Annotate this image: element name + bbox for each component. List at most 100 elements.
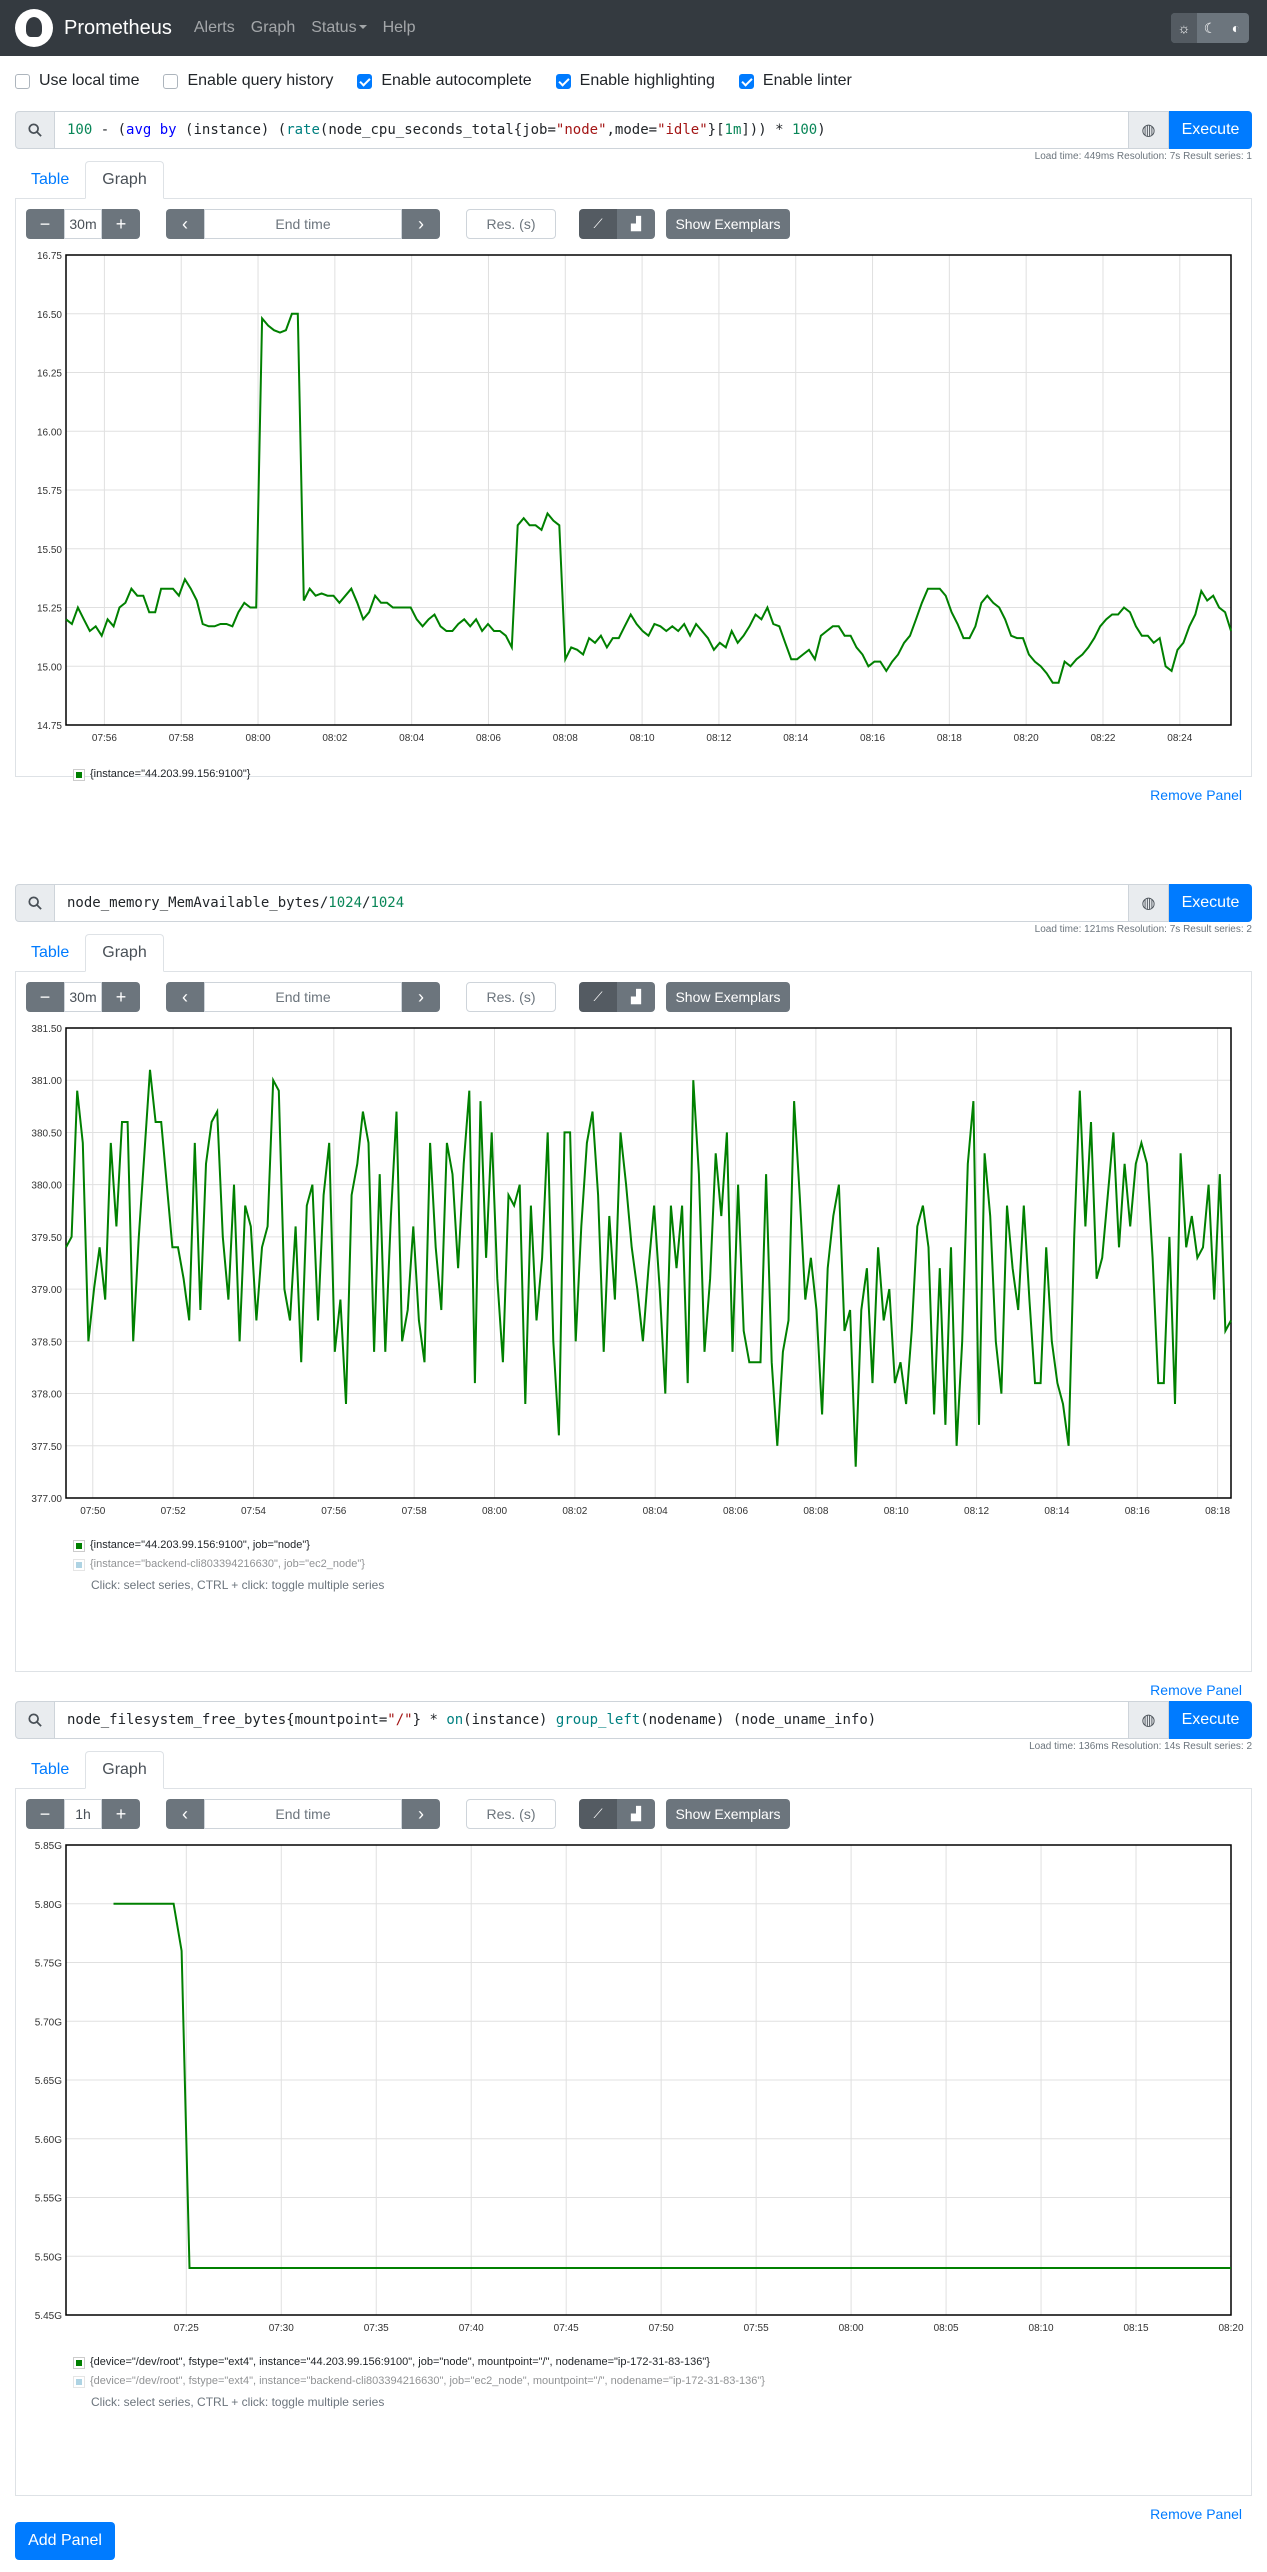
y-tick-label: 5.70G	[35, 2017, 62, 2028]
option-label: Enable highlighting	[579, 72, 715, 89]
x-tick-label: 07:30	[269, 2323, 294, 2334]
query-panel: 100 - (avg by (instance) (rate(node_cpu_…	[15, 111, 1253, 803]
y-tick-label: 15.25	[37, 604, 62, 615]
brand[interactable]: Prometheus	[64, 17, 172, 40]
remove-panel-link[interactable]: Remove Panel	[1150, 2506, 1242, 2522]
metrics-explorer-icon[interactable]: ◍	[1129, 884, 1169, 922]
metrics-explorer-icon[interactable]: ◍	[1129, 111, 1169, 149]
nav-alerts[interactable]: Alerts	[194, 19, 235, 37]
x-tick-label: 08:12	[706, 733, 731, 744]
tab-bar: Table Graph	[15, 159, 1252, 199]
x-tick-label: 08:02	[322, 733, 347, 744]
option-linter[interactable]: Enable linter	[738, 72, 852, 90]
x-tick-label: 08:08	[803, 1506, 828, 1517]
moon-icon[interactable]: ☾	[1197, 13, 1223, 43]
execute-button[interactable]: Execute	[1169, 1701, 1252, 1739]
expression-input[interactable]: node_filesystem_free_bytes{mountpoint="/…	[55, 1701, 1129, 1739]
option-highlighting[interactable]: Enable highlighting	[555, 72, 715, 90]
option-local-time[interactable]: Use local time	[15, 72, 139, 90]
legend-item[interactable]: {device="/dev/root", fstype="ext4", inst…	[73, 2372, 765, 2391]
y-tick-label: 5.55G	[35, 2194, 62, 2205]
legend-item[interactable]: {instance="44.203.99.156:9100"}	[73, 765, 250, 784]
x-tick-label: 08:24	[1167, 733, 1192, 744]
graph-legend: {instance="44.203.99.156:9100"}	[73, 765, 250, 784]
x-tick-label: 07:25	[174, 2323, 199, 2334]
tab-graph[interactable]: Graph	[85, 161, 164, 199]
legend-hint: Click: select series, CTRL + click: togg…	[91, 1578, 385, 1592]
x-tick-label: 08:15	[1124, 2323, 1149, 2334]
execute-button[interactable]: Execute	[1169, 884, 1252, 922]
x-tick-label: 07:50	[649, 2323, 674, 2334]
query-panel: node_filesystem_free_bytes{mountpoint="/…	[15, 1701, 1252, 2522]
legend-label: {instance="backend-cli803394216630", job…	[90, 1558, 365, 1570]
series-line[interactable]	[65, 1069, 1232, 1467]
remove-panel-link[interactable]: Remove Panel	[1150, 1682, 1242, 1698]
execute-button[interactable]: Execute	[1169, 111, 1252, 149]
prometheus-logo-icon[interactable]	[15, 9, 53, 47]
legend-hint: Click: select series, CTRL + click: togg…	[91, 2395, 385, 2409]
expression-input[interactable]: node_memory_MemAvailable_bytes/1024/1024	[55, 884, 1129, 922]
nav-status-label: Status	[311, 19, 357, 36]
checkbox[interactable]	[738, 73, 754, 89]
x-tick-label: 08:00	[246, 733, 271, 744]
checkbox[interactable]	[357, 73, 373, 89]
x-tick-label: 08:10	[1029, 2323, 1054, 2334]
tab-graph[interactable]: Graph	[85, 934, 164, 972]
y-tick-label: 16.75	[37, 251, 62, 262]
legend-swatch	[73, 1539, 85, 1552]
remove-panel-link[interactable]: Remove Panel	[1150, 787, 1242, 803]
x-tick-label: 07:58	[402, 1506, 427, 1517]
expression-input[interactable]: 100 - (avg by (instance) (rate(node_cpu_…	[55, 111, 1129, 149]
legend-item[interactable]: {device="/dev/root", fstype="ext4", inst…	[73, 2353, 765, 2372]
legend-item[interactable]: {instance="backend-cli803394216630", job…	[73, 1555, 384, 1574]
x-tick-label: 08:10	[884, 1506, 909, 1517]
y-tick-label: 5.75G	[35, 1959, 62, 1970]
sun-icon[interactable]: ☼	[1171, 13, 1197, 43]
time-series-chart[interactable]: 14.75 15.00 15.25 15.50 15.75 16.00 16.25 16.50…	[16, 199, 1253, 777]
checkbox[interactable]	[163, 73, 179, 89]
graph-legend: {instance="44.203.99.156:9100", job="nod…	[73, 1536, 385, 1595]
y-tick-label: 379.00	[31, 1285, 62, 1296]
option-label: Enable linter	[762, 72, 852, 89]
x-tick-label: 08:04	[399, 733, 424, 744]
contrast-icon[interactable]: ◐	[1223, 13, 1249, 43]
x-tick-label: 08:08	[553, 733, 578, 744]
nav-help[interactable]: Help	[383, 19, 416, 37]
series-line[interactable]	[65, 312, 1232, 684]
y-tick-label: 379.50	[31, 1233, 62, 1244]
legend-item[interactable]: {instance="44.203.99.156:9100", job="nod…	[73, 1536, 384, 1555]
checkbox[interactable]	[15, 73, 30, 89]
graph-tab-content: − 1h + ‹ End time › Res. (s) ⟋ ▟ Show Ex…	[15, 1789, 1252, 2496]
y-tick-label: 378.50	[31, 1337, 62, 1348]
x-tick-label: 07:56	[321, 1506, 346, 1517]
legend-swatch	[73, 2356, 85, 2369]
tab-table[interactable]: Table	[15, 1751, 85, 1789]
x-tick-label: 08:05	[934, 2323, 959, 2334]
y-tick-label: 16.25	[37, 369, 62, 380]
x-tick-label: 08:12	[964, 1506, 989, 1517]
x-tick-label: 08:00	[482, 1506, 507, 1517]
option-query-history[interactable]: Enable query history	[163, 72, 333, 90]
metrics-explorer-icon[interactable]: ◍	[1129, 1701, 1169, 1739]
nav-graph[interactable]: Graph	[251, 19, 295, 37]
checkbox[interactable]	[555, 73, 571, 89]
query-options: Use local time Enable query history Enab…	[0, 56, 1267, 106]
option-autocomplete[interactable]: Enable autocomplete	[357, 72, 532, 90]
x-tick-label: 08:02	[562, 1506, 587, 1517]
y-tick-label: 380.50	[31, 1128, 62, 1139]
tab-table[interactable]: Table	[15, 161, 85, 199]
legend-label: {device="/dev/root", fstype="ext4", inst…	[90, 2356, 710, 2368]
tab-table[interactable]: Table	[15, 934, 85, 972]
chevron-down-icon	[358, 25, 367, 29]
y-tick-label: 16.50	[37, 310, 62, 321]
option-label: Use local time	[39, 72, 140, 89]
navbar: Prometheus Alerts Graph Status Help ☼ ☾ …	[0, 0, 1267, 56]
x-tick-label: 07:58	[169, 733, 194, 744]
tab-graph[interactable]: Graph	[85, 1751, 164, 1789]
add-panel-button[interactable]: Add Panel	[15, 2522, 115, 2560]
query-panel: node_memory_MemAvailable_bytes/1024/1024…	[15, 884, 1252, 1698]
nav-status[interactable]: Status	[311, 19, 367, 37]
x-tick-label: 08:06	[723, 1506, 748, 1517]
x-tick-label: 07:45	[554, 2323, 579, 2334]
x-tick-label: 08:16	[1125, 1506, 1150, 1517]
